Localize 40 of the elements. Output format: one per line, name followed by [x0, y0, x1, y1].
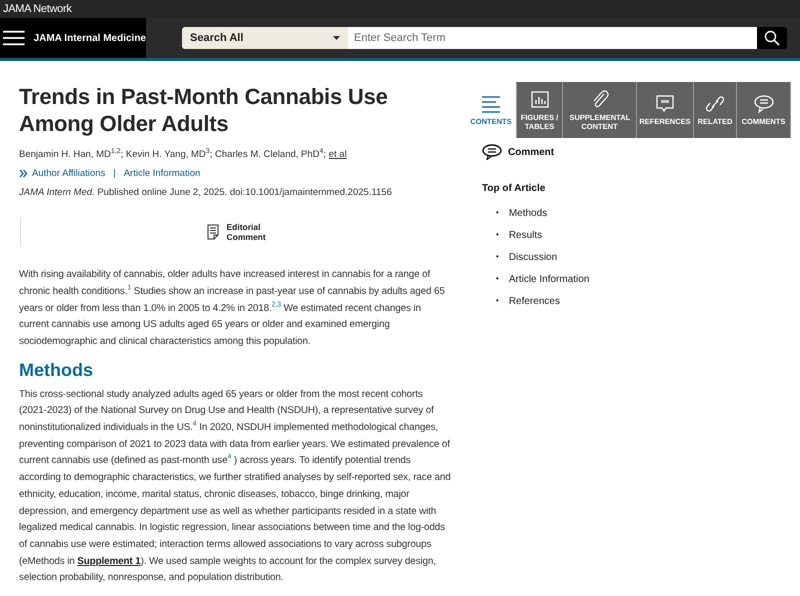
- section-heading: Methods: [19, 360, 94, 381]
- toc-link[interactable]: Article Information: [508, 272, 590, 286]
- body-paragraph: This cross-sectional study analyzed adults aged 65 years or older from the most recent cohorts (2021-2023) of the National Survey on Drug Use and Health (NSDUH), a representative survey of noninstitutionalized individuals in the US.$^{4}$ In 2020, NSDUH implemented methodological changes, preventing comparison of 2021 to 2023 data with data from earlier years. We estimated prevalence of current cannabis use (defined as past-month use$^{4}$ ) across years. To identify potential trends according to demographic characteristics, we further stratified analyses by self-reported sex, race and ethnicity, education, income, marital status, chronic diseases, tobacco, binge drinking, major depression, and emergency department use as well as whether participants resided in a state with legalized medical cannabis. In logistic regression, linear associations between time and the log-odds of cannabis use were estimated; interaction terms allowed associations to vary across subgroups (eMethods in Supplement 1). We used sample weights to account for the complex survey design, selection probability, nonresponse, and population distribution.: [19, 388, 452, 586]
- bullet-icon: •: [496, 295, 499, 307]
- toc-link[interactable]: Results: [508, 228, 542, 242]
- supplement-link[interactable]: Supplement 1: [77, 556, 141, 567]
- bullet-icon: •: [496, 251, 499, 263]
- journal-title[interactable]: JAMA Internal Medicine: [34, 32, 146, 44]
- body-paragraph: With rising availability of cannabis, older adults have increased interest in cannabis for a range of chronic health conditions.$^{1}$ Studies show an increase in past-year use of cannabis by adults aged 65 years or older from less than 1.0% in 2005 to 4.2% in 2018.$^{2,3}$ We estimated recent changes in current cannabis use among US adults aged 65 years or older and examined emerging sociodemographic and clinical characteristics among this population.: [19, 268, 446, 349]
- search-field[interactable]: Enter Search Term: [348, 27, 757, 49]
- citation: JAMA Intern Med. Published online June 2, 2025. doi:10.1001/jamainternmed.2025.1156: [19, 187, 393, 198]
- caret-icon: [333, 36, 340, 40]
- bar-chart-icon: [530, 90, 550, 110]
- editorial-comment-link[interactable]: Editorial Comment: [226, 222, 266, 242]
- more-authors-link[interactable]: et al: [328, 149, 347, 160]
- toc-link[interactable]: Discussion: [508, 250, 558, 264]
- bullet-icon: •: [496, 273, 499, 285]
- bullet-icon: •: [496, 207, 499, 219]
- author-list: Benjamin H. Han, MD$^{1,2}$; Kevin H. Yang, MD$^{3}$; Charles M. Cleland, PhD$^{4}$; et al: [19, 148, 452, 160]
- chain-link-icon: [705, 94, 725, 114]
- search-scope-dropdown[interactable]: Search All: [182, 27, 348, 49]
- separator: |: [113, 168, 116, 180]
- network-logo[interactable]: JAMA Network: [3, 3, 72, 15]
- toc-link[interactable]: References: [508, 294, 560, 308]
- list-icon: [481, 94, 501, 114]
- quote-icon: [655, 94, 675, 114]
- chevron-icon: [19, 169, 28, 178]
- info-link[interactable]: Author Affiliations: [32, 168, 106, 180]
- toc-link[interactable]: Methods: [508, 206, 548, 220]
- speech-bubble-icon: [754, 94, 774, 114]
- bullet-icon: •: [496, 229, 499, 241]
- search-icon: [764, 30, 780, 46]
- info-link[interactable]: Article Information: [124, 168, 200, 180]
- menu-icon[interactable]: [3, 30, 25, 46]
- document-icon: [206, 224, 218, 240]
- toc-heading[interactable]: Top of Article: [482, 183, 800, 194]
- search-button[interactable]: [757, 27, 787, 49]
- comment-link[interactable]: Comment: [508, 146, 554, 158]
- article-title: Trends in Past-Month Cannabis Use Among Older Adults: [19, 83, 389, 137]
- speech-bubble-icon: [482, 144, 502, 160]
